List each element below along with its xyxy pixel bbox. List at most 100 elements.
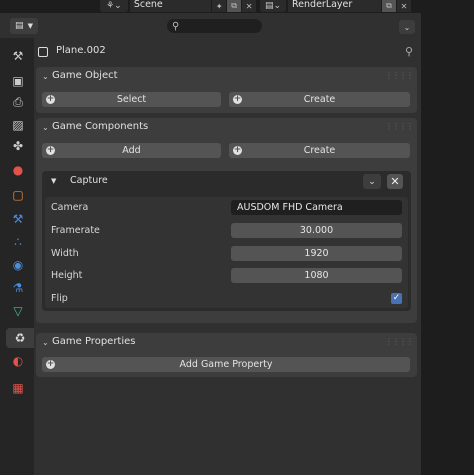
render-icon: ▣: [12, 74, 24, 88]
scene-name: Scene: [133, 0, 163, 10]
scene-tab[interactable]: ✤: [8, 136, 28, 156]
create-game-object-button[interactable]: + Create: [229, 92, 410, 107]
editor-type-button[interactable]: ▤ ▼: [10, 18, 38, 34]
duplicate-icon: ⧉: [231, 1, 238, 10]
scene-delete-button[interactable]: ✕: [242, 0, 257, 12]
drag-handle-icon[interactable]: ⋮⋮⋮⋮: [385, 71, 414, 80]
properties-tabs: ⚒ ▣ ⎙ ▨ ✤ ● ▢ ⚒ ∴ ◉ ⚗ ▽ ♻ ◐ ▦: [0, 38, 34, 475]
constraint-icon: ⚗: [12, 281, 24, 295]
render-layer-delete-button[interactable]: ✕: [397, 0, 411, 12]
duplicate-icon: ⧉: [386, 1, 392, 10]
game-object-panel: ⌄ Game Object ⋮⋮⋮⋮ + Select + Create: [36, 67, 417, 113]
render-layer-name-field[interactable]: RenderLayer: [288, 0, 381, 12]
close-icon: ✕: [245, 1, 253, 11]
chevron-down-icon: ⌄: [42, 72, 49, 81]
remove-component-button[interactable]: ✕: [387, 174, 403, 189]
search-icon: ⚲: [172, 20, 180, 32]
render-tab[interactable]: ▣: [8, 71, 28, 91]
chevron-down-icon: ⌄: [42, 338, 49, 347]
height-field[interactable]: 1080: [231, 268, 402, 283]
output-tab[interactable]: ⎙: [8, 92, 28, 112]
chevron-down-icon: ⌄: [403, 22, 411, 32]
data-tab[interactable]: ▽: [8, 301, 28, 321]
render-layer-browse-button[interactable]: ▤⌄: [260, 0, 286, 12]
particles-tab[interactable]: ∴: [8, 232, 28, 252]
object-icon: [38, 47, 48, 57]
flip-label: Flip: [51, 293, 68, 304]
create-component-button[interactable]: + Create: [229, 143, 410, 158]
world-tab[interactable]: ●: [8, 160, 28, 180]
component-title: Capture: [70, 175, 108, 186]
game-components-panel-header[interactable]: ⌄ Game Components ⋮⋮⋮⋮: [36, 118, 417, 138]
scene-browse-button[interactable]: ⚘⌄: [100, 0, 128, 12]
drag-handle-icon[interactable]: ⋮⋮⋮⋮: [385, 122, 414, 131]
add-game-property-button[interactable]: + Add Game Property: [42, 357, 410, 372]
texture-icon: ▦: [12, 381, 24, 395]
scene-new-button[interactable]: ⧉: [227, 0, 242, 12]
properties-editor-icon: ▤: [15, 21, 24, 31]
image-icon: ▨: [12, 118, 24, 132]
game-components-icon: ♻: [14, 331, 26, 345]
collapse-triangle-icon[interactable]: ▼: [51, 177, 56, 185]
framerate-label: Framerate: [51, 225, 100, 236]
plus-icon: +: [46, 145, 55, 155]
modifier-tab[interactable]: ⚒: [8, 209, 28, 229]
object-name: Plane.002: [56, 45, 106, 56]
render-layer-icon: ▤⌄: [264, 1, 282, 11]
plus-icon: +: [46, 94, 55, 104]
drag-handle-icon[interactable]: ⋮⋮⋮⋮: [385, 337, 414, 346]
mesh-data-icon: ▽: [13, 304, 23, 318]
tool-tab[interactable]: ⚒: [8, 46, 28, 66]
add-button-label: Add: [122, 145, 141, 156]
chevron-down-icon: ▼: [27, 22, 33, 30]
capture-component-header[interactable]: ▼ Capture ⌄ ✕: [42, 171, 411, 191]
camera-field[interactable]: AUSDOM FHD Camera: [231, 200, 402, 215]
world-icon: ●: [12, 163, 24, 177]
constraints-tab[interactable]: ⚗: [8, 278, 28, 298]
object-tab[interactable]: ▢: [8, 185, 28, 205]
game-properties-panel-header[interactable]: ⌄ Game Properties ⋮⋮⋮⋮: [36, 333, 417, 353]
render-layer-name: RenderLayer: [292, 0, 353, 10]
close-icon: ✕: [390, 175, 400, 188]
framerate-field[interactable]: 30.000: [231, 223, 402, 238]
view-layer-tab[interactable]: ▨: [8, 115, 28, 135]
search-input[interactable]: ⚲: [167, 19, 262, 33]
checkmark-icon: ✓: [392, 293, 401, 303]
flip-checkbox[interactable]: ✓: [391, 293, 402, 304]
wrench-icon: ⚒: [12, 212, 24, 226]
plus-icon: +: [233, 145, 242, 155]
width-field[interactable]: 1920: [231, 246, 402, 261]
panel-title: Game Object: [52, 70, 118, 81]
material-tab[interactable]: ◐: [8, 351, 28, 371]
tool-icon: ⚒: [12, 49, 24, 63]
add-component-button[interactable]: + Add: [42, 143, 221, 158]
pin-icon: ✦: [215, 1, 223, 11]
scene-selector: ⚘⌄ Scene ✦ ⧉ ✕: [100, 0, 257, 12]
game-components-panel: ⌄ Game Components ⋮⋮⋮⋮ + Add + Create ▼ …: [36, 118, 417, 323]
game-object-panel-header[interactable]: ⌄ Game Object ⋮⋮⋮⋮: [36, 67, 417, 87]
add-game-property-label: Add Game Property: [179, 359, 273, 370]
pin-icon[interactable]: ⚲: [405, 45, 413, 58]
create-button-label: Create: [303, 94, 336, 105]
height-label: Height: [51, 270, 83, 281]
capture-component: ▼ Capture ⌄ ✕ Camera AUSDOM FHD Camera F…: [42, 171, 411, 311]
component-menu-button[interactable]: ⌄: [363, 174, 381, 189]
render-layer-new-button[interactable]: ⧉: [382, 0, 396, 12]
scene-icon: ✤: [12, 139, 24, 153]
scene-name-field[interactable]: Scene: [129, 0, 212, 12]
game-tab[interactable]: ♻: [6, 328, 34, 348]
scene-icon: ⚘⌄: [106, 1, 122, 11]
properties-content: Plane.002 ⚲ ⌄ Game Object ⋮⋮⋮⋮ + Select …: [34, 38, 421, 475]
printer-icon: ⎙: [13, 94, 23, 109]
panel-title: Game Components: [52, 121, 149, 132]
plus-icon: +: [233, 94, 242, 104]
options-dropdown-button[interactable]: ⌄: [399, 20, 415, 34]
panel-title: Game Properties: [52, 336, 136, 347]
chevron-down-icon: ⌄: [42, 123, 49, 132]
scene-pin-button[interactable]: ✦: [212, 0, 227, 12]
physics-tab[interactable]: ◉: [8, 255, 28, 275]
physics-icon: ◉: [12, 258, 24, 272]
texture-tab[interactable]: ▦: [8, 378, 28, 398]
select-button[interactable]: + Select: [42, 92, 221, 107]
game-properties-panel: ⌄ Game Properties ⋮⋮⋮⋮ + Add Game Proper…: [36, 333, 417, 377]
